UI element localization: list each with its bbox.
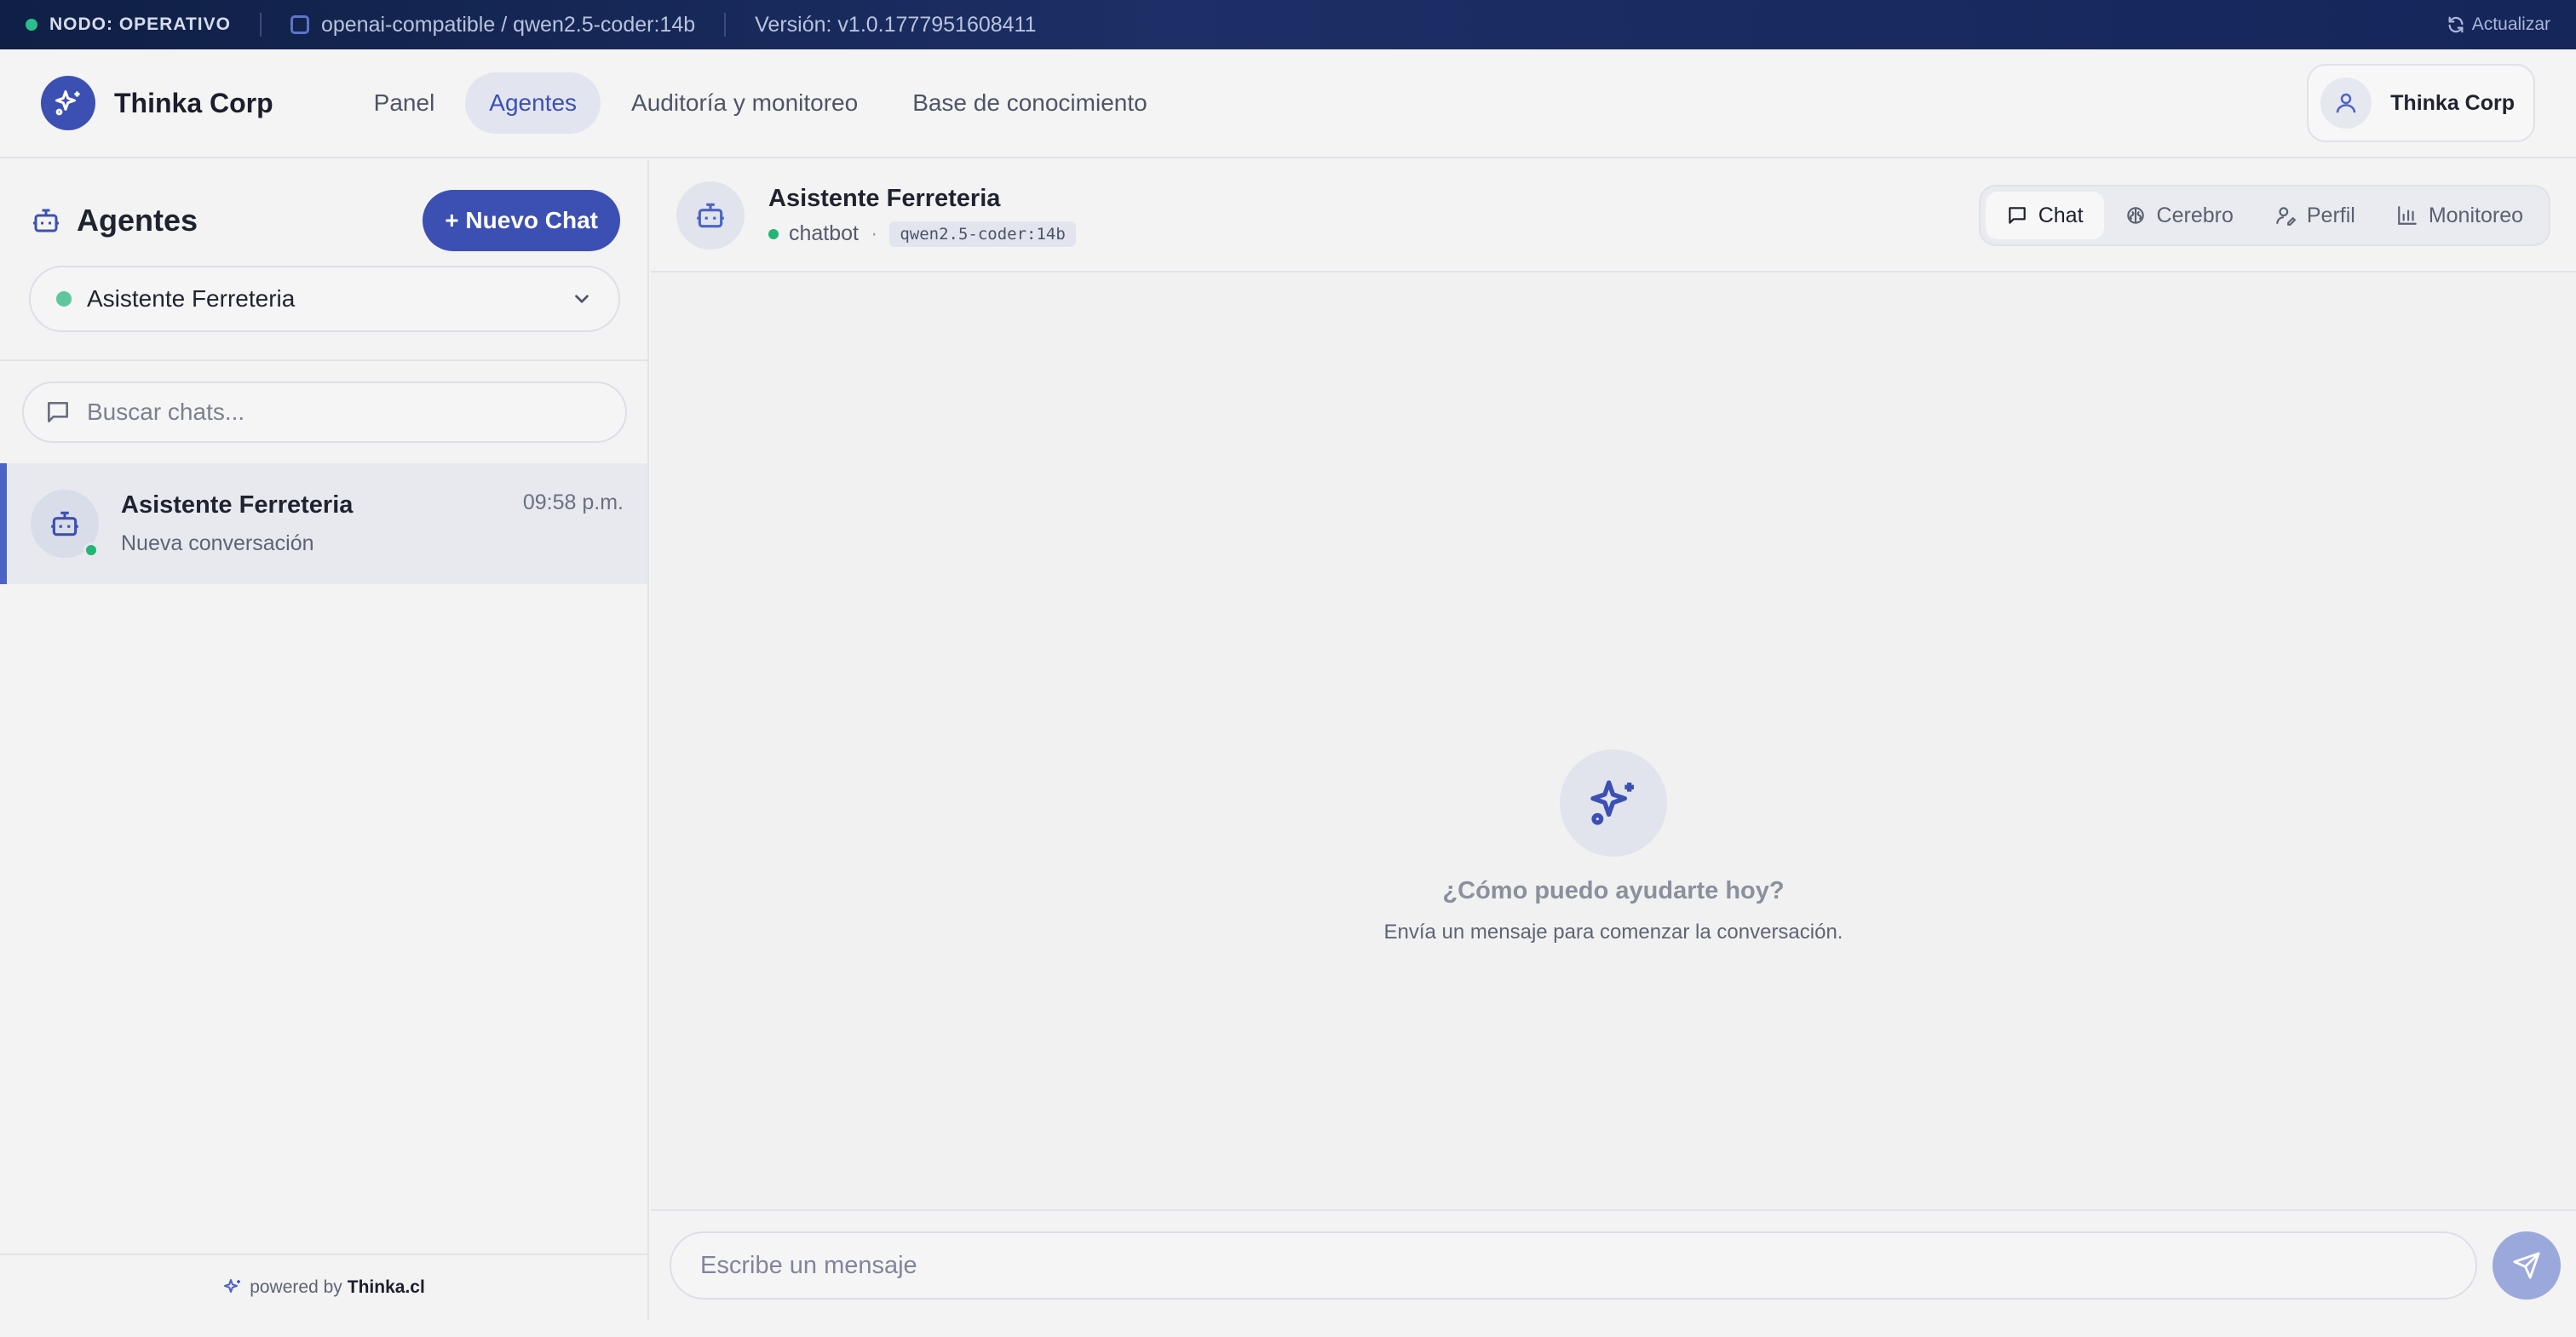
agent-type: chatbot xyxy=(789,221,860,245)
bot-icon xyxy=(33,209,59,232)
separator: · xyxy=(871,221,878,245)
tab-label: Chat xyxy=(2038,203,2084,227)
empty-state-title: ¿Cómo puedo ayudarte hoy? xyxy=(1442,877,1785,904)
chat-tabs: Chat Cerebro Perfil Monitoreo xyxy=(1978,185,2550,246)
bar-chart-icon xyxy=(2397,206,2417,225)
refresh-label: Actualizar xyxy=(2471,14,2550,34)
brand-logo[interactable] xyxy=(41,76,95,130)
brand-name: Thinka Corp xyxy=(114,87,273,118)
avatar xyxy=(31,490,99,558)
chat-search xyxy=(22,382,627,443)
node-status-dot xyxy=(26,19,37,31)
nav-item-agentes[interactable]: Agentes xyxy=(465,72,601,134)
cpu-icon xyxy=(290,15,309,34)
top-navigation: Thinka Corp Panel Agentes Auditoría y mo… xyxy=(0,49,2576,158)
tab-chat[interactable]: Chat xyxy=(1985,192,2104,239)
app-window: Thinka Corp Panel Agentes Auditoría y mo… xyxy=(0,49,2576,1337)
message-input[interactable] xyxy=(670,1231,2477,1300)
tab-perfil[interactable]: Perfil xyxy=(2254,192,2376,239)
tab-cerebro[interactable]: Cerebro xyxy=(2104,192,2254,239)
user-name: Thinka Corp xyxy=(2390,90,2515,115)
send-button[interactable] xyxy=(2493,1231,2561,1300)
tab-label: Perfil xyxy=(2306,203,2355,227)
user-icon xyxy=(2336,93,2356,113)
agent-select-value: Asistente Ferreteria xyxy=(87,285,296,312)
search-input[interactable] xyxy=(87,399,564,426)
empty-state-icon xyxy=(1560,749,1667,857)
empty-state: ¿Cómo puedo ayudarte hoy? Envía un mensa… xyxy=(651,273,2576,1235)
node-status: NODO: OPERATIVO xyxy=(49,14,231,34)
sparkles-icon xyxy=(224,1279,241,1293)
sidebar-header: Agentes + Nuevo Chat xyxy=(0,160,647,254)
avatar xyxy=(2320,77,2372,129)
provider-label: openai-compatible / qwen2.5-coder:14b xyxy=(320,12,696,37)
message-composer xyxy=(651,1209,2576,1320)
chat-item-time: 09:58 p.m. xyxy=(522,491,624,514)
chat-list-item[interactable]: Asistente Ferreteria Nueva conversación … xyxy=(0,463,647,584)
chat-header: Asistente Ferreteria chatbot · qwen2.5-c… xyxy=(651,160,2576,273)
refresh-icon xyxy=(2448,16,2464,33)
powered-by-footer: powered by Thinka.cl xyxy=(0,1254,647,1320)
message-icon xyxy=(48,402,68,422)
nav-item-panel[interactable]: Panel xyxy=(350,72,459,134)
status-bar: NODO: OPERATIVO openai-compatible / qwen… xyxy=(0,0,2576,49)
sparkles-icon xyxy=(55,90,80,116)
empty-state-subtitle: Envía un mensaje para comenzar la conver… xyxy=(1383,921,1843,944)
divider xyxy=(259,13,262,37)
agent-meta: chatbot · qwen2.5-coder:14b xyxy=(768,221,1076,247)
version-label: Versión: v1.0.1777951608411 xyxy=(755,12,1037,37)
message-icon xyxy=(2008,207,2026,224)
bot-icon xyxy=(697,203,724,228)
powered-brand-link[interactable]: Thinka.cl xyxy=(348,1277,425,1298)
brain-icon xyxy=(2126,207,2144,224)
powered-prefix: powered by xyxy=(250,1277,342,1297)
refresh-button[interactable]: Actualizar xyxy=(2447,14,2550,35)
divider xyxy=(724,13,727,37)
chat-item-subtitle: Nueva conversación xyxy=(121,531,314,555)
user-menu-button[interactable]: Thinka Corp xyxy=(2307,64,2535,142)
user-pen-icon xyxy=(2276,207,2297,226)
chat-panel: Asistente Ferreteria chatbot · qwen2.5-c… xyxy=(651,160,2576,1320)
sidebar: Agentes + Nuevo Chat Asistente Ferreteri… xyxy=(0,160,649,1320)
bot-icon xyxy=(51,511,78,537)
nav-item-base-conocimiento[interactable]: Base de conocimiento xyxy=(888,72,1171,134)
agent-name: Asistente Ferreteria xyxy=(768,184,1001,212)
online-indicator xyxy=(768,228,779,239)
chevron-down-icon xyxy=(575,295,589,304)
divider xyxy=(0,359,647,361)
tab-label: Monitoreo xyxy=(2428,203,2523,227)
nav-item-auditoria[interactable]: Auditoría y monitoreo xyxy=(607,72,882,134)
tab-monitoreo[interactable]: Monitoreo xyxy=(2376,192,2544,239)
online-indicator xyxy=(83,542,99,558)
model-badge: qwen2.5-coder:14b xyxy=(889,221,1076,247)
sparkles-icon xyxy=(1590,780,1634,825)
tab-label: Cerebro xyxy=(2156,203,2234,227)
sidebar-title: Agentes xyxy=(77,203,198,238)
agent-select[interactable]: Asistente Ferreteria xyxy=(29,266,620,332)
send-icon xyxy=(2513,1252,2540,1279)
agent-status-dot xyxy=(56,291,72,307)
chat-header-info: Asistente Ferreteria chatbot · qwen2.5-c… xyxy=(768,185,1076,247)
new-chat-button[interactable]: + Nuevo Chat xyxy=(423,190,620,251)
avatar xyxy=(676,181,745,250)
